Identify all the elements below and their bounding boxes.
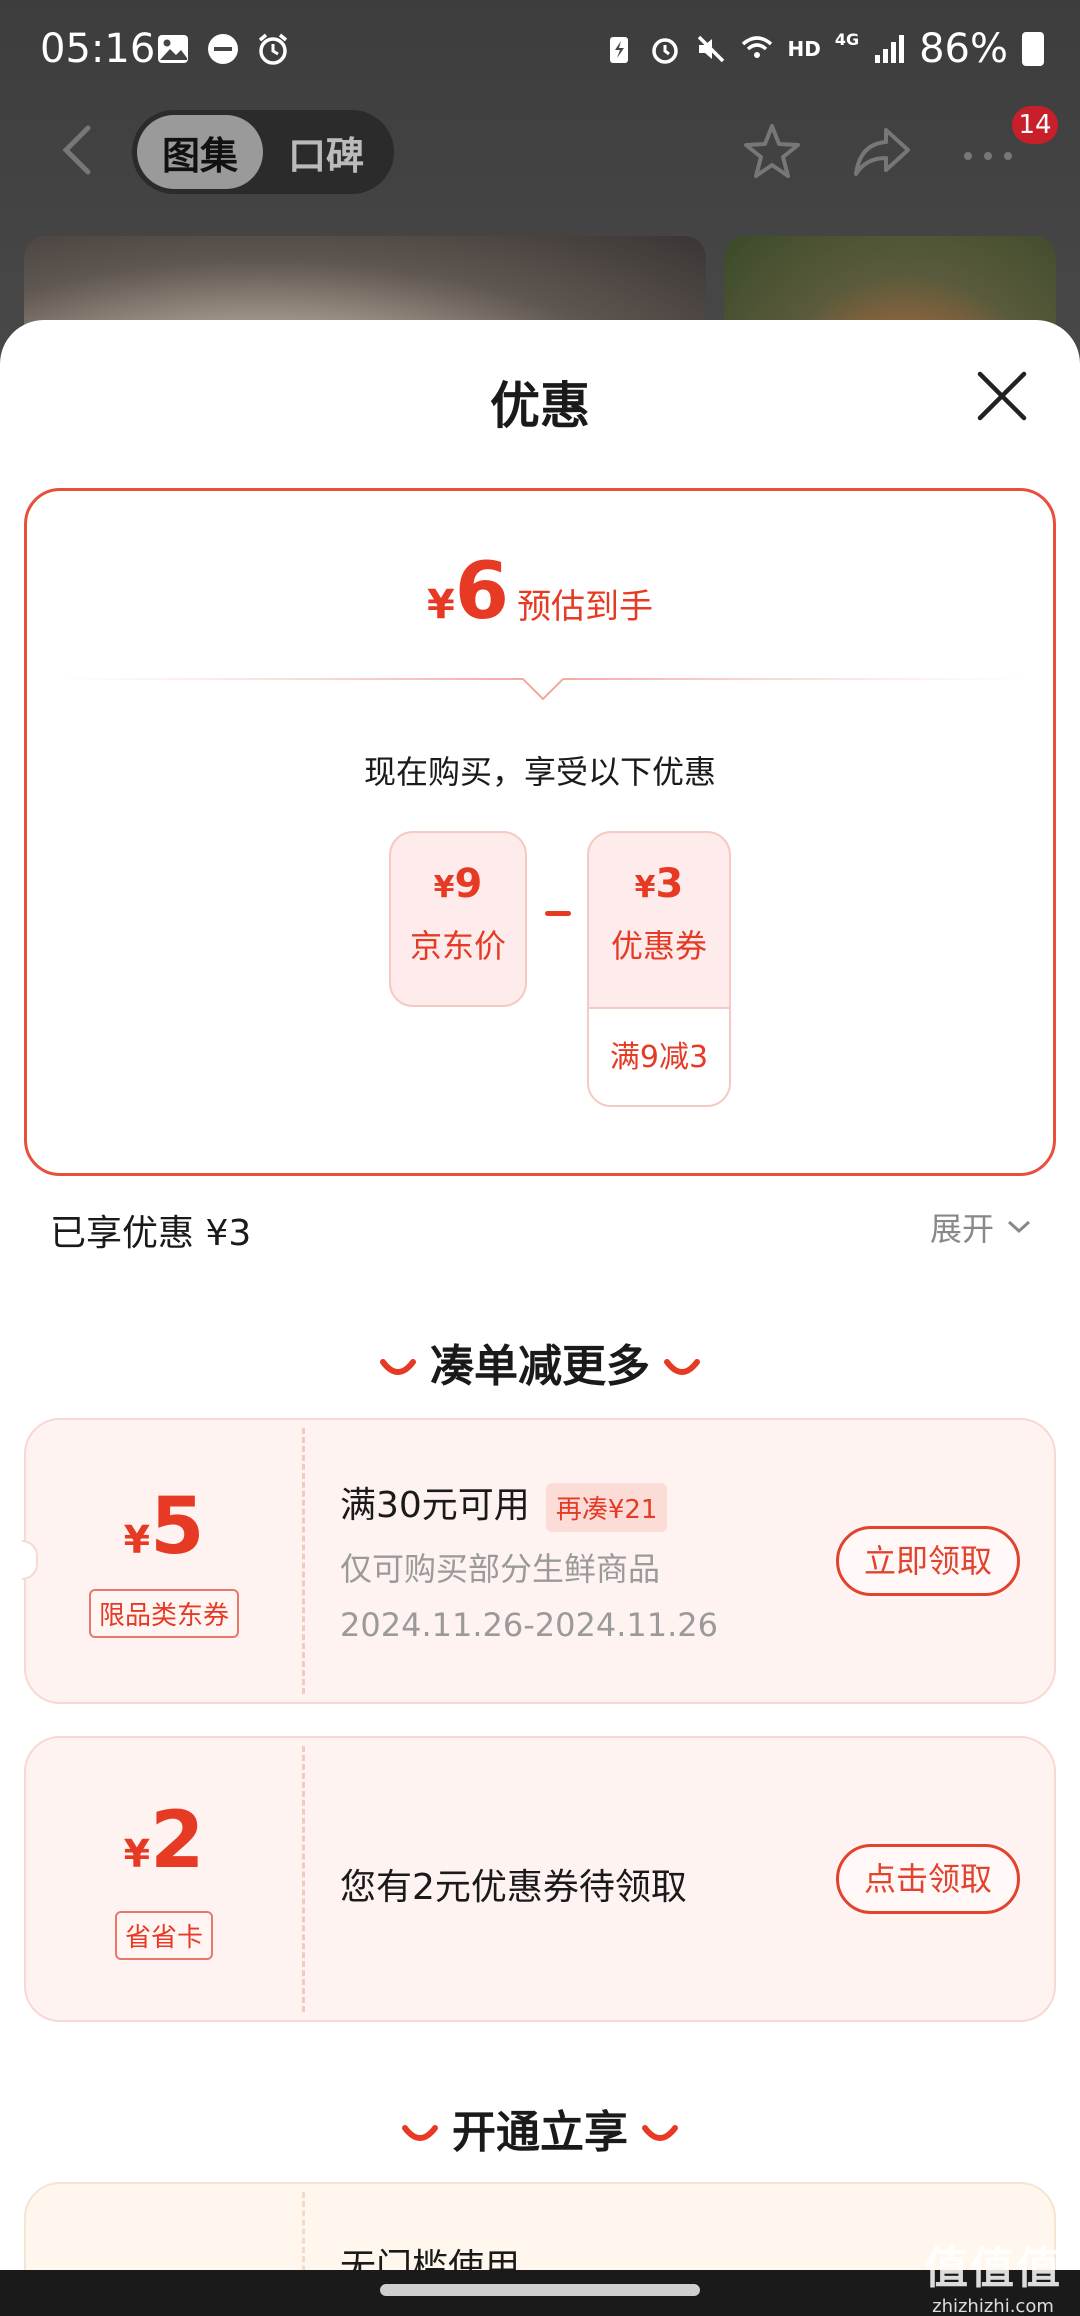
coupon-amount-area: ¥2 省省卡 bbox=[26, 1738, 302, 2020]
battery-percent: 86% bbox=[919, 26, 1008, 72]
estimated-price: ¥6 预估到手 bbox=[27, 547, 1053, 637]
back-arrow-icon[interactable] bbox=[52, 122, 102, 178]
home-gesture-handle[interactable] bbox=[380, 2284, 700, 2296]
coupon-card: ¥2 省省卡 您有2元优惠券待领取 点击领取 bbox=[24, 1736, 1056, 2022]
mute-icon bbox=[698, 35, 725, 63]
section-title-open: 开通立享 bbox=[0, 2096, 1080, 2160]
expand-label: 展开 bbox=[929, 1210, 994, 1248]
coupon-separator bbox=[302, 2192, 305, 2270]
coupon-validity-date: 2024.11.26-2024.11.26 bbox=[340, 1606, 718, 1644]
gallery-icon bbox=[158, 35, 188, 63]
signal-icon bbox=[875, 35, 905, 63]
coupon-description: 仅可购买部分生鲜商品 bbox=[340, 1550, 661, 1588]
chevron-down-icon bbox=[1007, 1220, 1031, 1234]
smile-decoration-icon bbox=[664, 1359, 700, 1375]
watermark-site: zhizhizhi.com bbox=[932, 2296, 1054, 2316]
membership-coupon-card[interactable]: 无门槛使用 bbox=[24, 2182, 1056, 2270]
tab-reviews[interactable]: 口碑 bbox=[263, 115, 389, 189]
section-title-more: 凑单减更多 bbox=[0, 1330, 1080, 1394]
smile-decoration-icon bbox=[380, 1359, 416, 1375]
section-more-label: 凑单减更多 bbox=[430, 1341, 650, 1392]
do-not-disturb-icon bbox=[208, 34, 238, 64]
coupon-type-tag: 限品类东券 bbox=[88, 1589, 239, 1638]
coupon-amount-area: ¥5 限品类东券 bbox=[26, 1420, 302, 1702]
jd-price-label: 京东价 bbox=[409, 927, 506, 965]
currency-symbol: ¥ bbox=[123, 1518, 151, 1562]
coupon-amount: 2 bbox=[150, 1796, 205, 1886]
coupon-label: 优惠券 bbox=[610, 927, 707, 965]
expand-button[interactable]: 展开 bbox=[930, 1204, 1032, 1250]
jd-price-value: 9 bbox=[454, 861, 483, 907]
enjoyed-discount: 已享优惠 ¥3 bbox=[50, 1213, 252, 1254]
top-nav: 图集 口碑 bbox=[0, 100, 1080, 200]
coupon-separator bbox=[302, 1746, 305, 2012]
currency-symbol: ¥ bbox=[123, 1832, 151, 1876]
battery-saver-icon bbox=[610, 37, 629, 63]
watermark-logo: 值值值 bbox=[924, 2243, 1062, 2294]
hd-indicator: HD bbox=[787, 37, 821, 61]
coupon-amount: 5 bbox=[150, 1482, 205, 1572]
more-icon[interactable] bbox=[956, 120, 1020, 184]
network-type: 4G bbox=[834, 29, 860, 49]
estimated-amount: 6 bbox=[454, 547, 510, 637]
estimate-subtitle: 现在购买，享受以下优惠 bbox=[363, 753, 716, 791]
currency-symbol: ¥ bbox=[426, 582, 455, 628]
coupon-condition: 满9减3 bbox=[589, 1007, 729, 1105]
alarm-icon-right bbox=[652, 38, 679, 64]
alarm-icon bbox=[258, 33, 288, 65]
coupon-separator bbox=[302, 1428, 305, 1694]
star-favorite-icon[interactable] bbox=[740, 120, 804, 184]
coupon-price-box: ¥3 优惠券 满9减3 bbox=[587, 831, 731, 1107]
click-claim-button[interactable]: 点击领取 bbox=[836, 1844, 1020, 1914]
discount-sheet: 优惠 ¥6 预估到手 现在购买，享受以下优惠 ¥9 京东价 ¥3 优惠券 满9减3… bbox=[0, 320, 1080, 2270]
coupon-extra-tag: 再凑¥21 bbox=[545, 1482, 668, 1532]
coupon-title: 您有2元优惠券待领取 bbox=[340, 1867, 687, 1908]
smile-decoration-icon bbox=[642, 2125, 678, 2141]
section-open-label: 开通立享 bbox=[452, 2107, 628, 2158]
notification-badge: 14 bbox=[1012, 106, 1058, 144]
estimate-card: ¥6 预估到手 现在购买，享受以下优惠 ¥9 京东价 ¥3 优惠券 满9减3 bbox=[24, 488, 1056, 1176]
estimated-label: 预估到手 bbox=[517, 587, 654, 627]
tab-switcher: 图集 口碑 bbox=[132, 110, 394, 194]
coupon-title-text: 满30元可用 bbox=[340, 1485, 530, 1526]
status-time: 05:16 bbox=[40, 26, 156, 72]
sheet-title: 优惠 bbox=[490, 377, 590, 435]
tab-gallery[interactable]: 图集 bbox=[137, 115, 263, 189]
claim-now-button[interactable]: 立即领取 bbox=[836, 1526, 1020, 1596]
currency-symbol: ¥ bbox=[433, 870, 455, 905]
minus-sign bbox=[545, 911, 571, 916]
smile-decoration-icon bbox=[402, 2125, 438, 2141]
jd-price-box: ¥9 京东价 bbox=[389, 831, 527, 1007]
partial-card-text: 无门槛使用 bbox=[340, 2247, 521, 2270]
coupon-title: 满30元可用 再凑¥21 bbox=[340, 1476, 668, 1532]
close-icon[interactable] bbox=[974, 368, 1030, 424]
battery-icon bbox=[1022, 32, 1044, 66]
divider-pointer bbox=[57, 678, 1029, 701]
watermark: 值值值 zhizhizhi.com bbox=[924, 2232, 1062, 2316]
share-icon[interactable] bbox=[850, 120, 914, 184]
currency-symbol: ¥ bbox=[634, 870, 656, 905]
status-bar: 05:16 HD 4G 86% bbox=[0, 0, 1080, 100]
system-nav-bar bbox=[0, 2270, 1080, 2316]
wifi-icon bbox=[742, 36, 773, 58]
coupon-card: ¥5 限品类东券 满30元可用 再凑¥21 仅可购买部分生鲜商品 2024.11.… bbox=[22, 1418, 1056, 1704]
coupon-value: 3 bbox=[655, 861, 684, 907]
coupon-type-tag: 省省卡 bbox=[114, 1911, 213, 1960]
